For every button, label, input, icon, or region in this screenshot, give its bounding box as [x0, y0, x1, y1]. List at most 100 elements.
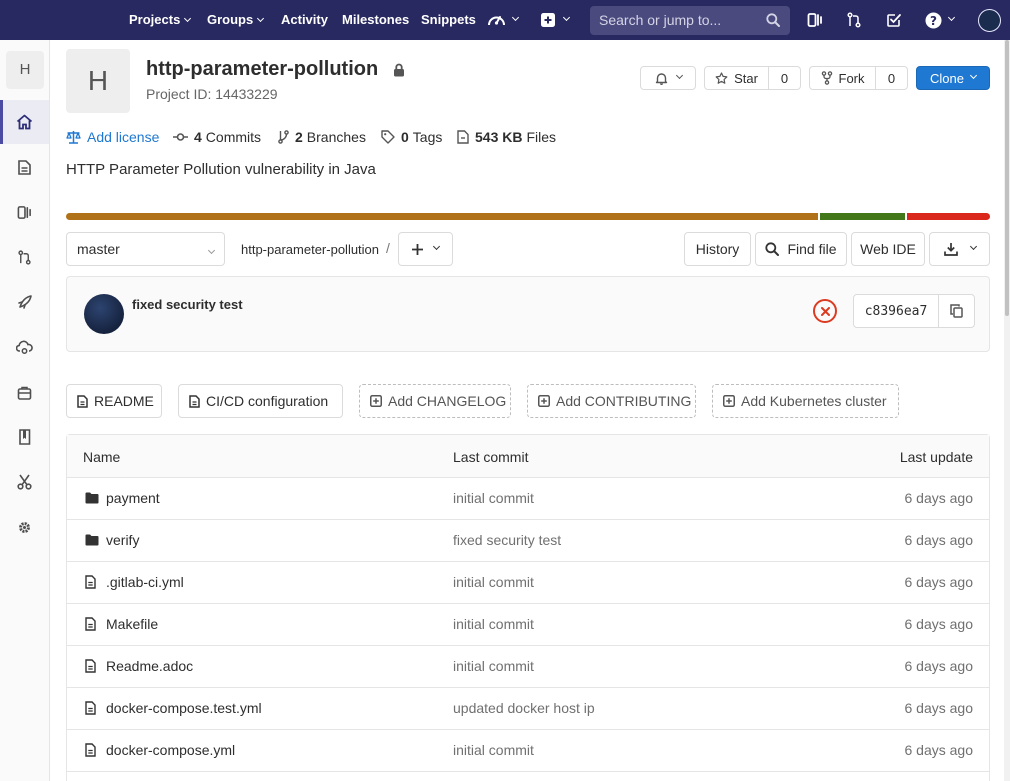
file-name-link[interactable]: Makefile	[85, 616, 158, 632]
branch-selector[interactable]: master	[66, 232, 225, 266]
file-name-link[interactable]: Readme.adoc	[85, 658, 193, 674]
commits-link[interactable]: 4 Commits	[173, 129, 261, 145]
top-navbar: Projects Groups Activity Milestones Snip…	[0, 0, 1010, 40]
web-ide-button[interactable]: Web IDE	[851, 232, 925, 266]
add-license-link[interactable]: Add license	[66, 129, 159, 145]
new-dropdown[interactable]	[541, 10, 571, 30]
file-last-update: 6 days ago	[904, 658, 974, 674]
file-last-commit[interactable]: initial commit	[453, 490, 534, 506]
file-name: docker-compose.test.yml	[106, 700, 262, 716]
notification-dropdown[interactable]	[640, 66, 696, 90]
ci-cd-configuration-button[interactable]: CI/CD configuration	[178, 384, 343, 418]
sidebar-item-operations[interactable]	[0, 325, 49, 369]
readme-button[interactable]: README	[66, 384, 162, 418]
fork-count[interactable]: 0	[875, 67, 907, 89]
cloud-gear-icon	[16, 340, 33, 354]
breadcrumb[interactable]: http-parameter-pollution	[241, 242, 379, 257]
help-dropdown[interactable]: ?	[925, 10, 956, 30]
sidebar-item-issues[interactable]	[0, 190, 49, 234]
file-last-commit[interactable]: updated docker host ip	[453, 700, 595, 716]
sidebar-item-project-overview[interactable]	[0, 100, 49, 144]
star-button[interactable]: Star 0	[704, 66, 801, 90]
sidebar-item-ci-cd[interactable]	[0, 280, 49, 324]
bell-icon	[655, 72, 667, 85]
files-link[interactable]: 543 KB Files	[457, 129, 556, 145]
file-last-commit[interactable]: initial commit	[453, 742, 534, 758]
tags-link[interactable]: 0 Tags	[381, 129, 442, 145]
sidebar-item-packages[interactable]	[0, 370, 49, 414]
file-last-commit[interactable]: fixed security test	[453, 532, 561, 548]
star-count[interactable]: 0	[768, 67, 800, 89]
search-input[interactable]: Search or jump to...	[590, 6, 790, 35]
commit-sha[interactable]: c8396ea7	[854, 295, 938, 327]
sidebar-project-avatar[interactable]: H	[6, 51, 44, 89]
table-row[interactable]: docker-compose.test.yml updated docker ho…	[67, 688, 989, 730]
table-row[interactable]: Makefile initial commit 6 days ago	[67, 604, 989, 646]
issues-nav-button[interactable]	[807, 10, 823, 30]
add-to-tree-dropdown[interactable]	[398, 232, 453, 266]
file-name: docker-compose.yml	[106, 742, 236, 758]
admin-area-dropdown[interactable]	[487, 10, 520, 30]
sidebar-item-merge-requests[interactable]	[0, 235, 49, 279]
package-icon	[17, 386, 32, 400]
repository-languages-bar[interactable]	[66, 213, 990, 220]
file-last-commit[interactable]: initial commit	[453, 574, 534, 590]
fork-action[interactable]: Fork	[810, 71, 875, 86]
file-name-link[interactable]: docker-compose.test.yml	[85, 700, 262, 716]
pipeline-status-failed[interactable]	[813, 299, 837, 323]
table-row[interactable]: docker-compose.yml initial commit 6 days a…	[67, 730, 989, 772]
language-segment[interactable]	[819, 213, 906, 220]
settings-icon	[19, 521, 30, 533]
add-changelog-button[interactable]: Add CHANGELOG	[359, 384, 511, 418]
file-name: verify	[106, 532, 140, 548]
download-dropdown[interactable]	[929, 232, 990, 266]
page-scrollbar[interactable]	[1004, 40, 1010, 781]
file-name-link[interactable]: payment	[85, 490, 160, 506]
add-contributing-button[interactable]: Add CONTRIBUTING	[527, 384, 696, 418]
plus-icon	[412, 243, 423, 255]
language-segment[interactable]	[907, 213, 990, 220]
nav-snippets[interactable]: Snippets	[421, 0, 476, 40]
star-action[interactable]: Star	[705, 71, 768, 86]
commit-author-avatar[interactable]	[84, 294, 124, 334]
history-button[interactable]: History	[684, 232, 751, 266]
nav-activity[interactable]: Activity	[281, 0, 328, 40]
table-row[interactable]: verify fixed security test 6 days ago	[67, 520, 989, 562]
nav-groups[interactable]: Groups	[207, 0, 265, 40]
sidebar-item-wiki[interactable]	[0, 415, 49, 459]
table-row[interactable]: .gitlab-ci.yml initial commit 6 days ago	[67, 562, 989, 604]
nav-milestones[interactable]: Milestones	[342, 0, 409, 40]
language-segment[interactable]	[66, 213, 818, 220]
nav-projects[interactable]: Projects	[129, 0, 192, 40]
file-name-link[interactable]: .gitlab-ci.yml	[85, 574, 184, 590]
user-avatar[interactable]	[978, 9, 1001, 32]
todos-nav-button[interactable]	[886, 10, 902, 30]
file-name-link[interactable]: verify	[85, 532, 139, 548]
branches-link[interactable]: 2 Branches	[278, 129, 366, 145]
merge-requests-icon	[847, 12, 861, 28]
file-last-commit[interactable]: initial commit	[453, 616, 534, 632]
search-icon	[766, 13, 780, 27]
table-row[interactable]: Readme.adoc initial commit 6 days ago	[67, 646, 989, 688]
chevron-down-icon	[947, 13, 956, 21]
file-last-commit[interactable]: initial commit	[453, 658, 534, 674]
download-icon	[943, 243, 958, 256]
copy-sha-button[interactable]	[938, 295, 974, 327]
file-name: Makefile	[106, 616, 159, 632]
merge-requests-nav-button[interactable]	[846, 10, 862, 30]
star-label: Star	[734, 70, 758, 86]
sidebar-item-repository[interactable]	[0, 145, 49, 189]
clone-dropdown[interactable]: Clone	[916, 66, 990, 90]
find-file-button[interactable]: Find file	[755, 232, 847, 266]
nav-projects-label: Projects	[129, 12, 181, 27]
plus-square-icon	[723, 395, 735, 407]
file-name-link[interactable]: docker-compose.yml	[85, 742, 235, 758]
copy-icon	[950, 304, 963, 318]
sidebar-item-settings[interactable]	[0, 505, 49, 549]
add-kubernetes-cluster-button[interactable]: Add Kubernetes cluster	[712, 384, 899, 418]
fork-button[interactable]: Fork 0	[809, 66, 908, 90]
commit-title[interactable]: fixed security test	[132, 297, 243, 312]
sidebar-item-snippets[interactable]	[0, 460, 49, 504]
scrollbar-thumb[interactable]	[1005, 40, 1009, 316]
table-row[interactable]: payment initial commit 6 days ago	[67, 478, 989, 520]
